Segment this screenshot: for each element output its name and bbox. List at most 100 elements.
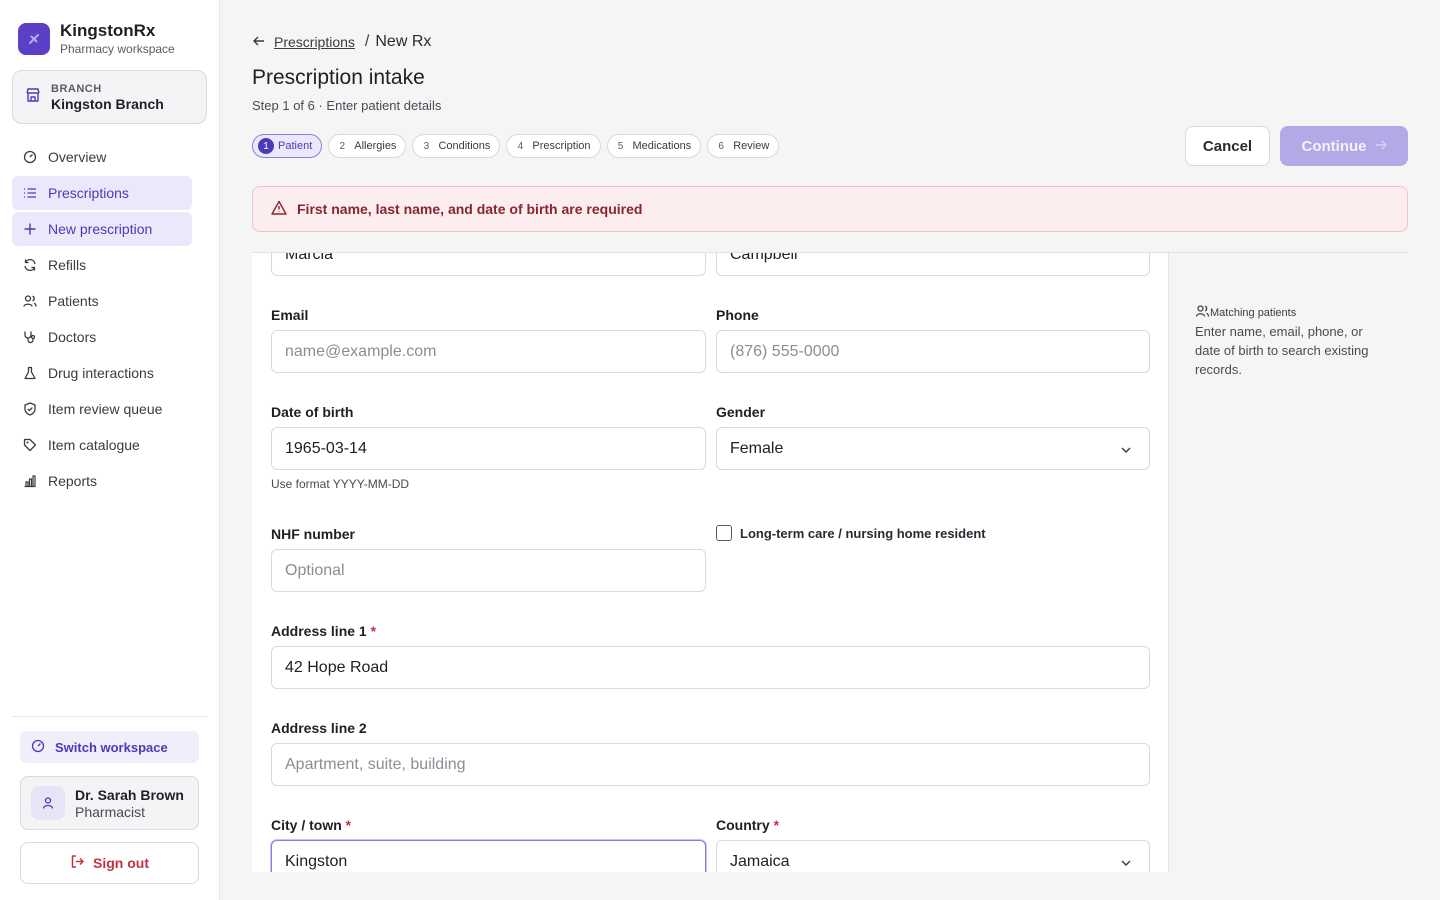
ltc-label: Long-term care / nursing home resident: [740, 525, 986, 541]
address1-field[interactable]: 42 Hope Road: [271, 646, 1150, 689]
step-medications[interactable]: 5 Medications: [606, 134, 702, 158]
sidebar-item-label: Doctors: [48, 329, 97, 345]
user-icon: [42, 797, 54, 809]
store-icon: [25, 87, 41, 108]
switch-workspace-label: Switch workspace: [55, 739, 168, 755]
sign-out-icon: [70, 854, 93, 872]
country-select[interactable]: Jamaica: [716, 840, 1150, 872]
step-number: 4: [517, 140, 524, 152]
sidebar-divider: [12, 716, 207, 717]
arrow-right-icon: [1367, 138, 1387, 155]
patient-form: Marcia Campbell Email name@example.com P…: [252, 253, 1169, 872]
bar-chart-icon: [22, 473, 38, 489]
step-number: 1: [258, 138, 274, 154]
breadcrumb-current: New Rx: [375, 33, 432, 50]
dob-field[interactable]: 1965-03-14: [271, 427, 706, 470]
step-label: Allergies: [354, 140, 397, 152]
flask-icon: [22, 365, 38, 381]
sidebar-item-doctors[interactable]: Doctors: [12, 320, 192, 354]
validation-alert: First name, last name, and date of birth…: [252, 186, 1408, 232]
sidebar-item-reports[interactable]: Reports: [12, 464, 192, 498]
continue-label: Continue: [1301, 137, 1367, 155]
gender-select[interactable]: Female: [716, 427, 1150, 470]
required-marker: *: [773, 817, 780, 833]
switch-workspace-button[interactable]: Switch workspace: [20, 731, 199, 763]
branch-selector[interactable]: BRANCH Kingston Branch: [12, 70, 207, 124]
plus-icon: [22, 221, 38, 237]
required-marker: *: [370, 623, 377, 639]
cancel-button[interactable]: Cancel: [1185, 126, 1270, 166]
sidebar-item-new-prescription[interactable]: New prescription: [12, 212, 192, 246]
arrow-left-icon[interactable]: [252, 34, 266, 51]
city-label-text: City / town: [271, 817, 342, 833]
branch-label: BRANCH: [51, 82, 102, 95]
alert-message: First name, last name, and date of birth…: [297, 201, 643, 217]
user-card[interactable]: Dr. Sarah Brown Pharmacist: [20, 776, 199, 830]
tag-icon: [22, 437, 38, 453]
users-icon: [1195, 304, 1210, 322]
breadcrumb-prescriptions-link[interactable]: Prescriptions: [274, 34, 355, 50]
address2-field[interactable]: Apartment, suite, building: [271, 743, 1150, 786]
step-patient[interactable]: 1 Patient: [252, 134, 323, 158]
chevron-down-icon: [1121, 447, 1131, 453]
sidebar-item-label: Drug interactions: [48, 365, 154, 381]
sidebar-item-refills[interactable]: Refills: [12, 248, 192, 282]
matching-title: Matching patients: [1195, 304, 1385, 322]
sidebar-item-overview[interactable]: Overview: [12, 140, 192, 174]
gauge-icon: [22, 149, 38, 165]
sidebar-item-patients[interactable]: Patients: [12, 284, 192, 318]
step-allergies[interactable]: 2 Allergies: [328, 134, 407, 158]
step-review[interactable]: 6 Review: [707, 134, 780, 158]
page-subtitle: Step 1 of 6 · Enter patient details: [252, 98, 442, 113]
dob-hint: Use format YYYY-MM-DD: [271, 477, 410, 491]
phone-label: Phone: [716, 307, 759, 323]
city-field[interactable]: Kingston: [271, 840, 706, 872]
sidebar-item-label: Overview: [48, 149, 107, 165]
sidebar: KingstonRx Pharmacy workspace BRANCH Kin…: [0, 0, 220, 900]
address1-label: Address line 1 *: [271, 623, 376, 639]
continue-button[interactable]: Continue: [1280, 126, 1408, 166]
sidebar-item-item-catalogue[interactable]: Item catalogue: [12, 428, 192, 462]
user-role: Pharmacist: [75, 803, 146, 820]
gauge-icon: [31, 739, 55, 756]
step-prescription[interactable]: 4 Prescription: [506, 134, 601, 158]
sidebar-item-label: New prescription: [48, 221, 153, 237]
sidebar-item-label: Item catalogue: [48, 437, 140, 453]
step-conditions[interactable]: 3 Conditions: [412, 134, 501, 158]
ltc-checkbox[interactable]: [716, 525, 732, 541]
brand[interactable]: KingstonRx Pharmacy workspace: [18, 22, 175, 56]
sidebar-item-label: Refills: [48, 257, 87, 273]
country-value: Jamaica: [730, 852, 790, 870]
step-label: Prescription: [532, 140, 591, 152]
last-name-field[interactable]: Campbell: [716, 253, 1150, 276]
ltc-checkbox-row[interactable]: Long-term care / nursing home resident: [716, 525, 986, 541]
breadcrumb: Prescriptions / New Rx: [252, 33, 431, 51]
sidebar-item-label: Prescriptions: [48, 185, 129, 201]
sidebar-item-prescriptions[interactable]: Prescriptions: [12, 176, 192, 210]
first-name-field[interactable]: Marcia: [271, 253, 706, 276]
email-field[interactable]: name@example.com: [271, 330, 706, 373]
phone-field[interactable]: (876) 555-0000: [716, 330, 1150, 373]
refresh-icon: [22, 257, 38, 273]
breadcrumb-separator: /: [364, 33, 370, 50]
matching-description: Enter name, email, phone, or date of bir…: [1195, 324, 1369, 377]
sidebar-item-label: Item review queue: [48, 401, 163, 417]
step-label: Patient: [278, 140, 313, 152]
users-icon: [22, 293, 38, 309]
nhf-field[interactable]: Optional: [271, 549, 706, 592]
sidebar-item-drug-interactions[interactable]: Drug interactions: [12, 356, 192, 390]
sidebar-item-label: Patients: [48, 293, 99, 309]
country-label-text: Country: [716, 817, 770, 833]
sign-out-button[interactable]: Sign out: [20, 842, 199, 884]
sidebar-item-item-review-queue[interactable]: Item review queue: [12, 392, 192, 426]
matching-patients-panel: Matching patients Enter name, email, pho…: [1195, 304, 1385, 379]
required-marker: *: [345, 817, 352, 833]
city-label: City / town *: [271, 817, 351, 833]
nhf-label: NHF number: [271, 526, 355, 542]
brand-subtitle: Pharmacy workspace: [60, 42, 175, 56]
address2-label: Address line 2: [271, 720, 367, 736]
matching-title-text: Matching patients: [1210, 307, 1297, 319]
sign-out-label: Sign out: [93, 855, 149, 871]
shield-check-icon: [22, 401, 38, 417]
email-label: Email: [271, 307, 309, 323]
